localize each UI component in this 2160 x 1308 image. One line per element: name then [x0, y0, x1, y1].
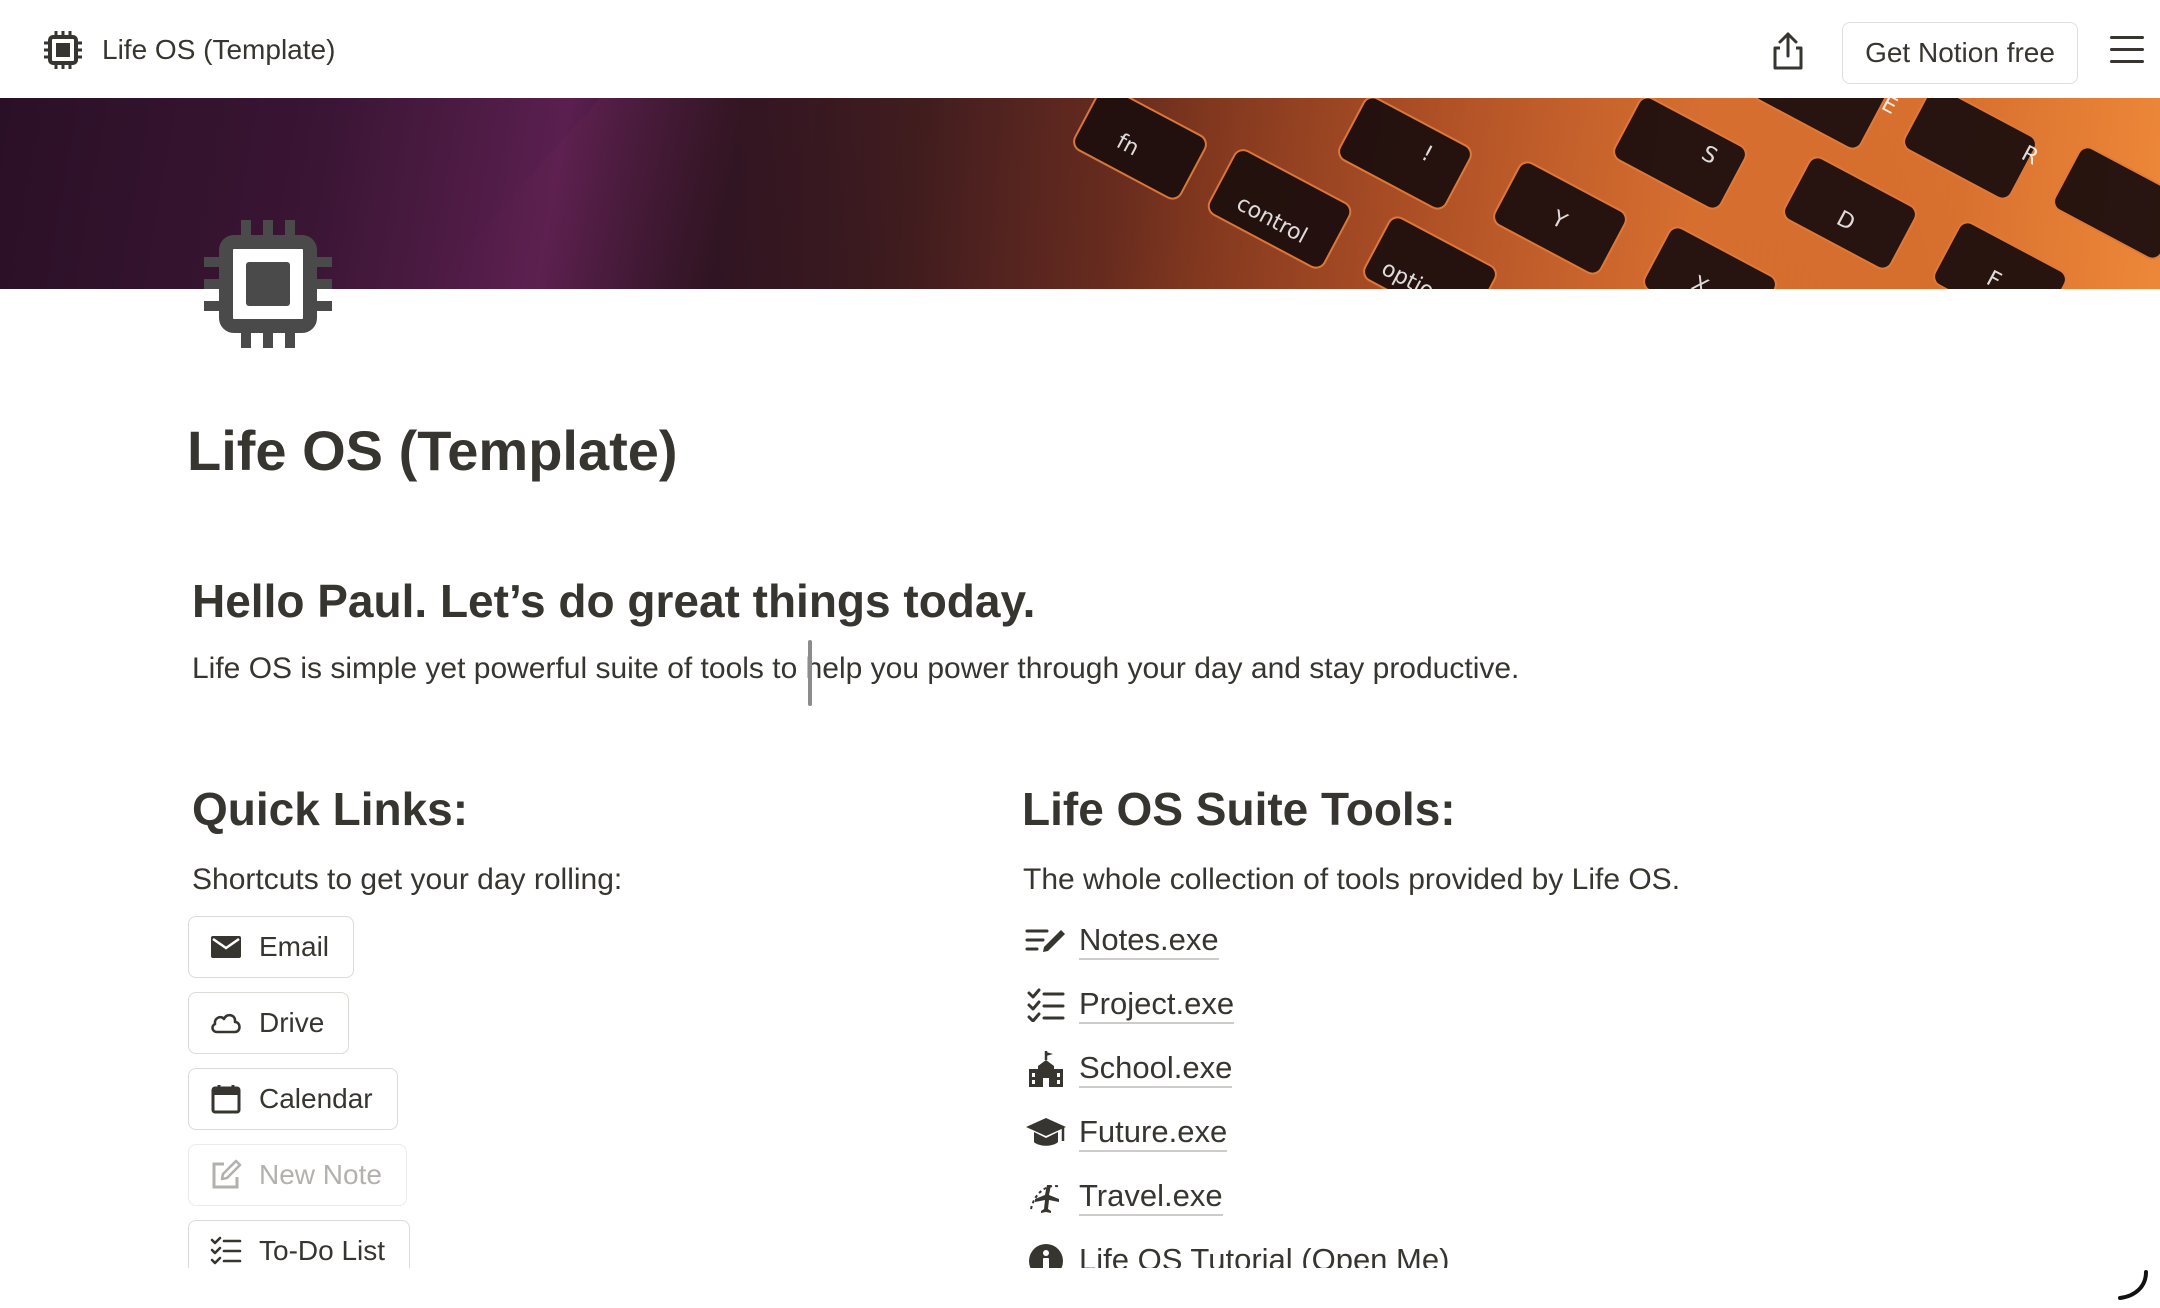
get-notion-free-button[interactable]: Get Notion free — [1842, 22, 2078, 84]
checklist-icon — [209, 1234, 243, 1268]
calendar-icon — [209, 1082, 243, 1116]
notes-exe-link[interactable]: Notes.exe — [1025, 916, 1219, 966]
calendar-button-label: Calendar — [259, 1083, 373, 1114]
edit-note-icon — [209, 1158, 243, 1192]
intro-text: Life OS is simple yet powerful suite of … — [192, 652, 1520, 685]
breadcrumb[interactable]: Life OS (Template) — [42, 30, 335, 70]
chip-icon[interactable] — [202, 218, 334, 350]
email-button[interactable]: Email — [188, 916, 355, 978]
school-exe-label: School.exe — [1079, 1050, 1233, 1088]
to-do-list-button-label: To-Do List — [259, 1235, 386, 1266]
loading-spinner-icon — [2118, 1270, 2148, 1300]
new-note-button[interactable]: New Note — [188, 1144, 407, 1206]
breadcrumb-title: Life OS (Template) — [102, 34, 336, 65]
greeting-heading: Hello Paul. Let’s do great things today. — [192, 575, 1036, 627]
future-exe-link[interactable]: Future.exe — [1025, 1108, 1228, 1158]
notes-exe-label: Notes.exe — [1079, 922, 1219, 960]
cloud-icon — [209, 1006, 243, 1040]
suite-tools-subtitle: The whole collection of tools provided b… — [1023, 863, 1681, 896]
project-exe-label: Project.exe — [1079, 986, 1235, 1024]
suite-tools-heading: Life OS Suite Tools: — [1022, 783, 1456, 835]
travel-exe-link[interactable]: Travel.exe — [1025, 1172, 1223, 1222]
checklist-icon — [1025, 984, 1067, 1026]
new-note-button-label: New Note — [259, 1159, 382, 1190]
school-exe-link[interactable]: School.exe — [1025, 1044, 1233, 1094]
notes-pen-icon — [1025, 920, 1067, 962]
viewport-bottom-edge — [0, 1268, 2160, 1308]
drive-button-label: Drive — [259, 1007, 325, 1038]
hamburger-menu-icon[interactable] — [2110, 36, 2144, 66]
calendar-button[interactable]: Calendar — [188, 1068, 398, 1130]
share-icon[interactable] — [1768, 30, 1808, 72]
envelope-icon — [209, 930, 243, 964]
travel-exe-label: Travel.exe — [1079, 1178, 1223, 1216]
email-button-label: Email — [259, 931, 330, 962]
airplane-icon — [1025, 1176, 1067, 1218]
school-icon — [1025, 1048, 1067, 1090]
top-bar: Life OS (Template) Get Notion free — [0, 0, 2160, 99]
text-cursor — [808, 640, 812, 706]
graduation-cap-icon — [1025, 1112, 1067, 1154]
quick-links-heading: Quick Links: — [192, 783, 469, 835]
page-title: Life OS (Template) — [187, 419, 678, 482]
drive-button[interactable]: Drive — [188, 992, 350, 1054]
project-exe-link[interactable]: Project.exe — [1025, 980, 1235, 1030]
future-exe-label: Future.exe — [1079, 1114, 1228, 1152]
quick-links-subtitle: Shortcuts to get your day rolling: — [192, 863, 623, 896]
chip-icon — [44, 31, 82, 69]
